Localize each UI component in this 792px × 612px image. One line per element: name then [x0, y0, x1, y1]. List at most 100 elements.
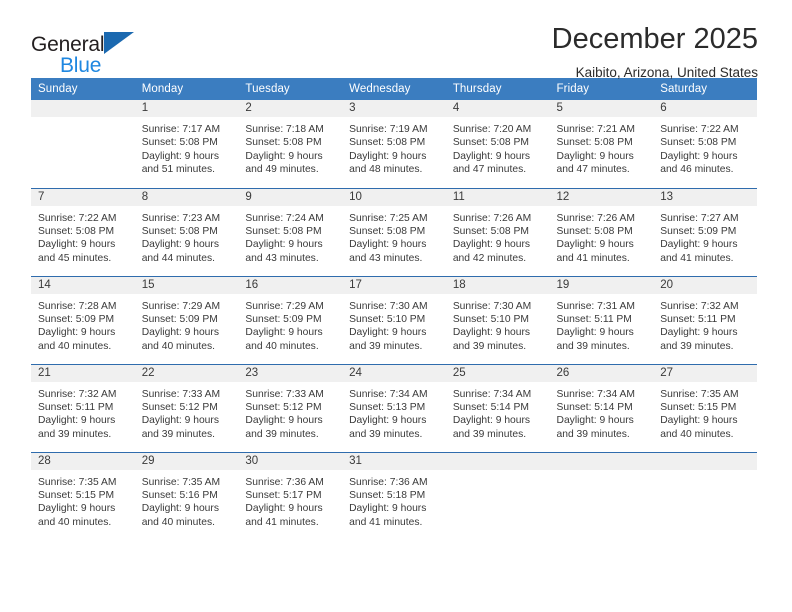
daylight-text-line2: and 40 minutes. [38, 340, 112, 352]
calendar-day-cell[interactable]: 6 Sunrise: 7:22 AM Sunset: 5:08 PM Daylight… [653, 100, 757, 188]
calendar-day-cell[interactable]: 7 Sunrise: 7:22 AM Sunset: 5:08 PM Daylight… [31, 187, 135, 276]
sunrise-text: Sunrise: 7:32 AM [38, 388, 117, 400]
day-number: 28 [31, 452, 135, 470]
sunset-text: Sunset: 5:08 PM [349, 137, 426, 149]
calendar-day-cell[interactable]: 20 Sunrise: 7:32 AM Sunset: 5:11 PM Dayligh… [653, 275, 757, 364]
calendar-day-cell[interactable]: 14 Sunrise: 7:28 AM Sunset: 5:09 PM Dayligh… [31, 275, 135, 364]
daylight-text-line2: and 49 minutes. [245, 164, 319, 176]
calendar-day-cell[interactable]: 5 Sunrise: 7:21 AM Sunset: 5:08 PM Daylight… [549, 100, 654, 188]
day-details: Sunrise: 7:22 AM Sunset: 5:08 PM Daylight:… [653, 117, 757, 177]
day-details: Sunrise: 7:35 AM Sunset: 5:15 PM Daylight:… [653, 382, 757, 442]
calendar-day-cell[interactable]: 9 Sunrise: 7:24 AM Sunset: 5:08 PM Daylight… [238, 187, 343, 276]
calendar-day-cell[interactable]: 25 Sunrise: 7:34 AM Sunset: 5:14 PM Dayligh… [445, 363, 550, 452]
calendar-day-cell[interactable]: 21 Sunrise: 7:32 AM Sunset: 5:11 PM Dayligh… [31, 363, 135, 452]
sunset-text: Sunset: 5:09 PM [38, 313, 115, 325]
sunrise-text: Sunrise: 7:17 AM [141, 124, 221, 135]
day-details: Sunrise: 7:28 AM Sunset: 5:09 PM Daylight:… [31, 294, 135, 354]
day-details: Sunrise: 7:27 AM Sunset: 5:09 PM Daylight:… [653, 206, 757, 266]
daylight-text-line1: Daylight: 9 hours [141, 503, 219, 515]
calendar-day-cell[interactable]: 8 Sunrise: 7:23 AM Sunset: 5:08 PM Daylight… [134, 187, 239, 276]
day-number: 10 [342, 188, 446, 206]
sunset-text: Sunset: 5:08 PM [556, 137, 633, 149]
general-blue-logo[interactable]: General Blue [31, 24, 151, 77]
daylight-text-line2: and 47 minutes. [452, 164, 527, 176]
calendar-day-cell[interactable]: 13 Sunrise: 7:27 AM Sunset: 5:09 PM Dayligh… [653, 187, 757, 276]
day-details: Sunrise: 7:34 AM Sunset: 5:14 PM Daylight:… [550, 382, 654, 442]
daylight-text-line2: and 41 minutes. [556, 252, 630, 264]
calendar-day-cell[interactable]: 31 Sunrise: 7:36 AM Sunset: 5:18 PM Dayligh… [342, 451, 446, 540]
day-number: 26 [549, 364, 654, 382]
calendar-day-cell[interactable]: 11 Sunrise: 7:26 AM Sunset: 5:08 PM Dayligh… [445, 187, 550, 276]
calendar-day-cell[interactable]: 19 Sunrise: 7:31 AM Sunset: 5:11 PM Dayligh… [549, 275, 654, 364]
day-number: 14 [31, 276, 135, 294]
sunset-text: Sunset: 5:17 PM [245, 489, 322, 501]
sunset-text: Sunset: 5:08 PM [245, 137, 322, 149]
daylight-text-line2: and 44 minutes. [141, 252, 215, 264]
sunrise-text: Sunrise: 7:26 AM [452, 212, 532, 224]
weekday-header-monday: Monday [134, 78, 239, 100]
daylight-text-line1: Daylight: 9 hours [452, 415, 531, 427]
calendar-day-cell[interactable]: 2 Sunrise: 7:18 AM Sunset: 5:08 PM Daylight… [238, 100, 343, 188]
sunrise-text: Sunrise: 7:28 AM [38, 300, 117, 312]
day-number: 30 [238, 452, 343, 470]
day-number: 22 [134, 364, 239, 382]
daylight-text-line1: Daylight: 9 hours [660, 327, 738, 339]
daylight-text-line2: and 48 minutes. [349, 164, 423, 176]
page-title: December 2025 [551, 23, 758, 55]
calendar-day-cell[interactable]: 1 Sunrise: 7:17 AM Sunset: 5:08 PM Daylight… [134, 100, 239, 188]
calendar-day-cell[interactable]: 16 Sunrise: 7:29 AM Sunset: 5:09 PM Dayligh… [238, 275, 343, 364]
daylight-text-line2: and 39 minutes. [245, 428, 319, 440]
sunset-text: Sunset: 5:14 PM [556, 401, 633, 413]
calendar-day-cell[interactable]: 26 Sunrise: 7:34 AM Sunset: 5:14 PM Dayligh… [549, 363, 654, 452]
daylight-text-line2: and 40 minutes. [245, 340, 319, 352]
daylight-text-line1: Daylight: 9 hours [349, 239, 427, 251]
calendar-day-cell[interactable]: 10 Sunrise: 7:25 AM Sunset: 5:08 PM Dayligh… [342, 187, 446, 276]
daylight-text-line2: and 41 minutes. [660, 252, 734, 264]
calendar-table: Sunday Monday Tuesday Wednesday Thursday Frid… [31, 78, 757, 540]
calendar-day-cell[interactable]: 30 Sunrise: 7:36 AM Sunset: 5:17 PM Dayligh… [238, 451, 343, 540]
daylight-text-line2: and 39 minutes. [556, 428, 630, 440]
calendar-day-cell-empty [653, 451, 757, 540]
calendar-day-cell[interactable]: 27 Sunrise: 7:35 AM Sunset: 5:15 PM Dayligh… [653, 363, 757, 452]
calendar-wrapper: Sunday Monday Tuesday Wednesday Thursday Frid… [0, 78, 792, 540]
calendar-day-cell[interactable]: 24 Sunrise: 7:34 AM Sunset: 5:13 PM Dayligh… [342, 363, 446, 452]
weekday-header-friday: Friday [549, 78, 654, 100]
calendar-day-cell[interactable]: 22 Sunrise: 7:33 AM Sunset: 5:12 PM Dayligh… [134, 363, 239, 452]
calendar-week-row: 7 Sunrise: 7:22 AM Sunset: 5:08 PM Daylight… [31, 187, 757, 276]
sunrise-text: Sunrise: 7:19 AM [349, 124, 428, 135]
daylight-text-line1: Daylight: 9 hours [349, 503, 427, 515]
calendar-day-cell[interactable]: 3 Sunrise: 7:19 AM Sunset: 5:08 PM Daylight… [342, 100, 446, 188]
daylight-text-line1: Daylight: 9 hours [141, 327, 219, 339]
daylight-text-line2: and 40 minutes. [38, 516, 112, 528]
daylight-text-line1: Daylight: 9 hours [556, 239, 634, 251]
day-number: 29 [134, 452, 239, 470]
day-number: 5 [549, 100, 654, 117]
sunset-text: Sunset: 5:15 PM [38, 489, 115, 501]
calendar-day-cell[interactable]: 18 Sunrise: 7:30 AM Sunset: 5:10 PM Dayligh… [445, 275, 550, 364]
sunrise-text: Sunrise: 7:34 AM [452, 388, 532, 400]
sunset-text: Sunset: 5:10 PM [349, 313, 426, 325]
day-number: 17 [342, 276, 446, 294]
calendar-day-cell[interactable]: 29 Sunrise: 7:35 AM Sunset: 5:16 PM Dayligh… [134, 451, 239, 540]
calendar-day-cell[interactable]: 12 Sunrise: 7:26 AM Sunset: 5:08 PM Dayligh… [549, 187, 654, 276]
sunset-text: Sunset: 5:08 PM [452, 225, 529, 237]
day-details: Sunrise: 7:31 AM Sunset: 5:11 PM Daylight:… [550, 294, 654, 354]
sunrise-text: Sunrise: 7:34 AM [349, 388, 428, 400]
daylight-text-line1: Daylight: 9 hours [556, 415, 634, 427]
sunrise-text: Sunrise: 7:35 AM [141, 476, 221, 488]
daylight-text-line1: Daylight: 9 hours [245, 239, 323, 251]
calendar-day-cell[interactable]: 17 Sunrise: 7:30 AM Sunset: 5:10 PM Dayligh… [342, 275, 446, 364]
day-number [445, 452, 550, 470]
sunrise-text: Sunrise: 7:22 AM [38, 212, 117, 224]
calendar-day-cell[interactable]: 4 Sunrise: 7:20 AM Sunset: 5:08 PM Daylight… [445, 100, 550, 188]
calendar-day-cell[interactable]: 28 Sunrise: 7:35 AM Sunset: 5:15 PM Dayligh… [31, 451, 135, 540]
calendar-day-cell[interactable]: 23 Sunrise: 7:33 AM Sunset: 5:12 PM Dayligh… [238, 363, 343, 452]
day-number: 24 [342, 364, 446, 382]
day-number: 23 [238, 364, 343, 382]
sunrise-text: Sunrise: 7:35 AM [38, 476, 117, 488]
calendar-day-cell-empty [549, 451, 654, 540]
calendar-day-cell[interactable]: 15 Sunrise: 7:29 AM Sunset: 5:09 PM Dayligh… [134, 275, 239, 364]
sunset-text: Sunset: 5:08 PM [245, 225, 322, 237]
calendar-body: 1 Sunrise: 7:17 AM Sunset: 5:08 PM Daylight… [31, 100, 757, 540]
calendar-week-row: 14 Sunrise: 7:28 AM Sunset: 5:09 PM Dayligh… [31, 275, 757, 364]
